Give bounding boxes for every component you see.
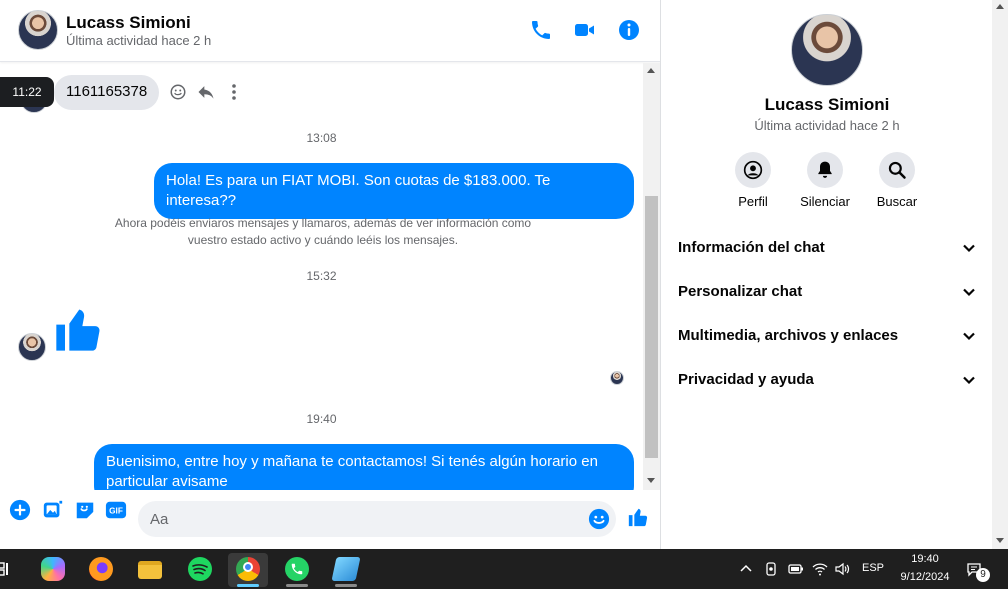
system-notice: Ahora podéis enviaros mensajes y llamaro… [114,216,532,247]
search-icon [888,161,906,179]
notification-count-badge: 9 [976,568,990,582]
search-label: Buscar [876,194,918,209]
active-indicator [237,584,259,587]
video-call-icon[interactable] [573,18,597,42]
chat-header: Lucass Simioni Última actividad hace 2 h [0,0,660,62]
more-options-icon[interactable] [226,82,242,102]
page-scroll-up-arrow[interactable] [996,4,1004,9]
folder-icon [138,561,162,579]
contact-avatar[interactable] [18,10,58,50]
contact-status: Última actividad hace 2 h [66,33,212,48]
mute-button[interactable]: Silenciar [785,152,865,209]
copilot-app[interactable] [33,553,73,587]
open-indicator [286,584,308,587]
section-label: Privacidad y ayuda [678,371,814,388]
mute-label: Silenciar [800,194,850,209]
send-like-icon[interactable] [627,506,649,528]
phone-call-icon[interactable] [529,18,553,42]
conversation-info-pane: Lucass Simioni Última actividad hace 2 h… [662,0,992,549]
firefox-icon [89,557,113,581]
battery-icon[interactable] [788,561,804,577]
profile-label: Perfil [738,194,768,209]
volume-icon[interactable] [834,561,850,577]
section-label: Personalizar chat [678,283,803,300]
whatsapp-app[interactable] [277,553,317,587]
thumbs-up-icon[interactable] [52,303,104,355]
timestamp-tooltip: 11:22 [0,77,54,107]
bell-icon [818,161,832,178]
page-scroll-down-arrow[interactable] [996,538,1004,543]
read-receipt-avatar [610,371,624,385]
copilot-icon [41,557,65,581]
section-customize-chat[interactable]: Personalizar chat [678,277,976,307]
firefox-app[interactable] [81,553,121,587]
input-language[interactable]: ESP [862,562,884,574]
sticker-icon[interactable] [74,499,96,521]
notepad-app[interactable] [326,553,366,587]
file-explorer-app[interactable] [130,553,170,587]
page-scrollbar[interactable] [992,0,1008,549]
task-view-icon[interactable] [0,561,12,577]
chrome-app[interactable] [228,553,268,587]
section-media-files-links[interactable]: Multimedia, archivos y enlaces [678,321,976,351]
section-label: Información del chat [678,239,825,256]
whatsapp-phone-icon [291,563,303,575]
message-input-box[interactable] [138,501,616,537]
message-timestamp: 13:08 [306,131,337,145]
sent-message[interactable]: Hola! Es para un FIAT MOBI. Son cuotas d… [154,163,634,219]
chrome-center [243,562,253,572]
profile-name: Lucass Simioni [764,95,890,114]
gif-icon[interactable]: GIF [105,499,127,521]
section-privacy-help[interactable]: Privacidad y ayuda [678,365,976,395]
open-indicator [335,584,357,587]
wifi-icon[interactable] [812,561,828,577]
photo-attach-icon[interactable] [42,499,64,521]
info-icon[interactable] [617,18,641,42]
chevron-down-icon [963,288,975,297]
received-message[interactable]: 1161165378 [54,75,160,110]
reply-icon[interactable] [196,82,216,102]
svg-text:GIF: GIF [109,507,123,516]
profile-avatar[interactable] [791,14,863,86]
message-timestamp: 15:32 [306,269,337,283]
scroll-up-arrow[interactable] [647,68,655,73]
message-input[interactable] [150,501,580,537]
react-emoji-icon[interactable] [169,83,187,101]
profile-button[interactable]: Perfil [713,152,793,209]
windows-taskbar: ESP 19:40 9/12/2024 9 [0,549,1008,589]
clock-time[interactable]: 19:40 [893,553,957,565]
sender-avatar [18,333,46,361]
contact-name[interactable]: Lucass Simioni [66,13,191,33]
message-composer: GIF [0,490,660,549]
scroll-thumb[interactable] [645,196,658,458]
search-button[interactable]: Buscar [857,152,937,209]
clock-date[interactable]: 9/12/2024 [893,571,957,583]
user-circle-icon [743,160,763,180]
spotify-waves-icon [192,564,208,575]
show-hidden-icons-chevron-icon[interactable] [738,561,754,577]
chat-pane: Lucass Simioni Última actividad hace 2 h… [0,0,661,549]
scroll-down-arrow[interactable] [647,478,655,483]
notepad-icon [331,557,361,581]
chevron-down-icon [963,332,975,341]
chevron-down-icon [963,376,975,385]
message-list: 11:22 1161165378 13:08 Hola! Es para un … [0,63,643,490]
emoji-picker-icon[interactable] [588,508,610,530]
profile-status: Última actividad hace 2 h [754,118,900,133]
chevron-down-icon [963,244,975,253]
message-scrollbar[interactable] [643,63,660,490]
meet-now-icon[interactable] [763,561,779,577]
section-chat-info[interactable]: Información del chat [678,233,976,263]
sent-message[interactable]: Buenisimo, entre hoy y mañana te contact… [94,444,634,490]
spotify-app[interactable] [180,553,220,587]
section-label: Multimedia, archivos y enlaces [678,327,899,344]
plus-actions-icon[interactable] [9,499,31,521]
message-timestamp: 19:40 [306,412,337,426]
